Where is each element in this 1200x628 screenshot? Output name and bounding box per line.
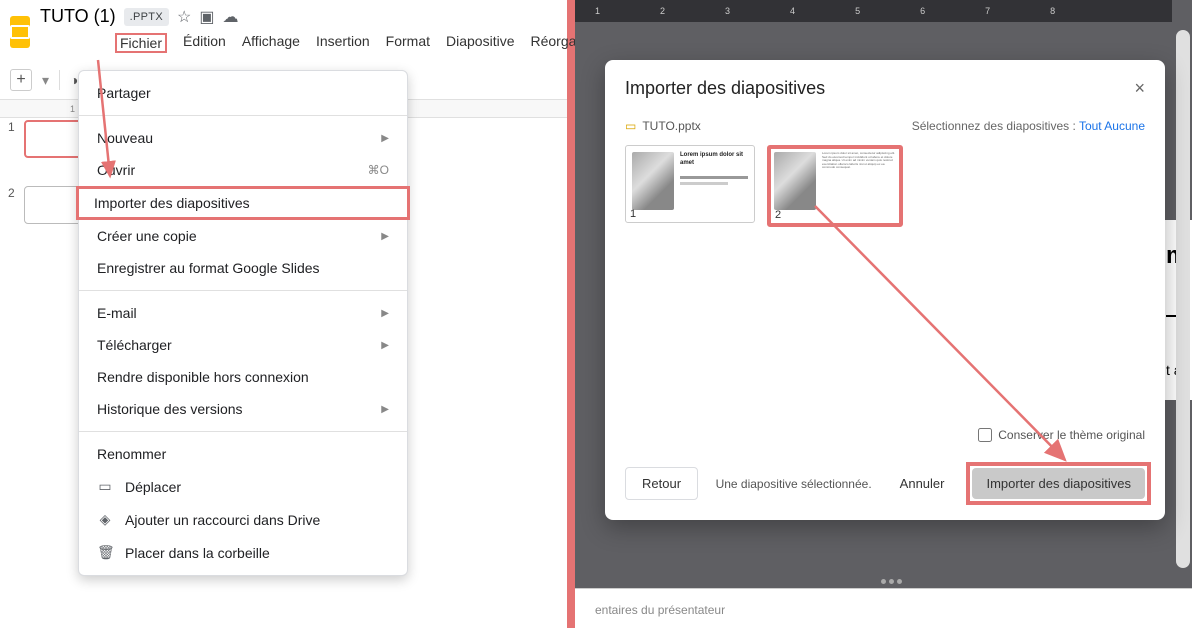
trash-icon: 🗑	[97, 544, 113, 561]
dd-telecharger[interactable]: Télécharger▶	[79, 329, 407, 361]
thumb-number: 1	[8, 120, 18, 158]
dd-copie[interactable]: Créer une copie▶	[79, 220, 407, 252]
dd-corbeille[interactable]: 🗑Placer dans la corbeille	[79, 536, 407, 569]
dd-importer-diapositives[interactable]: Importer des diapositives	[76, 186, 410, 220]
cancel-button[interactable]: Annuler	[884, 468, 961, 499]
doc-title[interactable]: TUTO (1)	[40, 6, 116, 27]
close-icon[interactable]: ×	[1134, 78, 1145, 99]
menu-insertion[interactable]: Insertion	[316, 33, 370, 53]
toolbar-chevron-down-icon[interactable]: ▾	[42, 72, 49, 89]
left-screenshot: TUTO (1) .PPTX ☆ ▣ ☁ Fichier Édition Aff…	[0, 0, 575, 628]
ruler-right: 12345678	[575, 0, 1172, 22]
import-button[interactable]: Importer des diapositives	[972, 468, 1145, 499]
select-none-link[interactable]: Aucune	[1104, 119, 1145, 133]
pptx-badge: .PPTX	[124, 8, 169, 26]
menu-fichier[interactable]: Fichier	[115, 33, 167, 53]
select-all-link[interactable]: Tout	[1079, 119, 1102, 133]
folder-move-icon: ▭	[97, 478, 113, 495]
presenter-notes[interactable]: entaires du présentateur	[575, 588, 1192, 628]
dd-deplacer[interactable]: ▭Déplacer	[79, 470, 407, 503]
dd-email[interactable]: E-mail▶	[79, 297, 407, 329]
menu-format[interactable]: Format	[386, 33, 430, 53]
star-icon[interactable]: ☆	[177, 7, 191, 27]
slides-file-icon: ▭	[625, 119, 636, 133]
dd-renommer[interactable]: Renommer	[79, 438, 407, 470]
menu-reorganiser[interactable]: Réorga	[530, 33, 576, 53]
mini-thumbnail-image	[632, 152, 674, 210]
import-dialog: Importer des diapositives × ▭ TUTO.pptx …	[605, 60, 1165, 520]
dd-hors-connexion[interactable]: Rendre disponible hors connexion	[79, 361, 407, 393]
cloud-icon[interactable]: ☁	[222, 7, 238, 27]
dd-ouvrir[interactable]: Ouvrir⌘O	[79, 154, 407, 186]
back-button[interactable]: Retour	[625, 467, 698, 500]
menu-diapositive[interactable]: Diapositive	[446, 33, 514, 53]
mini-thumbnail-image	[774, 152, 816, 210]
dd-nouveau[interactable]: Nouveau▶	[79, 122, 407, 154]
dialog-title: Importer des diapositives	[625, 78, 825, 99]
dd-enregistrer[interactable]: Enregistrer au format Google Slides	[79, 252, 407, 284]
thumbnail-1[interactable]	[24, 120, 86, 158]
dialog-slide-2-selected[interactable]: Lorem ipsum dolor sit amet, consectetur …	[767, 145, 903, 227]
right-screenshot: 12345678 m t ar entaires du présentateur…	[575, 0, 1192, 628]
menu-affichage[interactable]: Affichage	[242, 33, 300, 53]
slides-logo	[10, 16, 30, 48]
import-button-highlight: Importer des diapositives	[966, 462, 1151, 505]
dd-historique[interactable]: Historique des versions▶	[79, 393, 407, 425]
scrollbar[interactable]	[1176, 30, 1190, 568]
select-label: Sélectionnez des diapositives : Tout Auc…	[912, 119, 1145, 133]
splitter-handle[interactable]	[871, 576, 911, 586]
menu-edition[interactable]: Édition	[183, 33, 226, 53]
drive-icon: ◈	[97, 511, 113, 528]
dialog-filename: TUTO.pptx	[642, 119, 700, 133]
move-to-folder-icon[interactable]: ▣	[199, 7, 214, 27]
doc-header: TUTO (1) .PPTX ☆ ▣ ☁ Fichier Édition Aff…	[0, 0, 567, 63]
selection-status: Une diapositive sélectionnée.	[716, 477, 872, 491]
dd-raccourci[interactable]: ◈Ajouter un raccourci dans Drive	[79, 503, 407, 536]
dd-partager[interactable]: Partager	[79, 77, 407, 109]
keep-theme-checkbox[interactable]: Conserver le thème original	[978, 428, 1145, 442]
dialog-slide-1[interactable]: Lorem ipsum dolor sit amet 1	[625, 145, 755, 223]
new-slide-button[interactable]: +	[10, 69, 32, 91]
menu-bar: Fichier Édition Affichage Insertion Form…	[40, 29, 656, 57]
thumb-number: 2	[8, 186, 18, 224]
slide-thumbnails: 1 2	[8, 120, 86, 224]
fichier-dropdown: Partager Nouveau▶ Ouvrir⌘O Importer des …	[78, 70, 408, 576]
